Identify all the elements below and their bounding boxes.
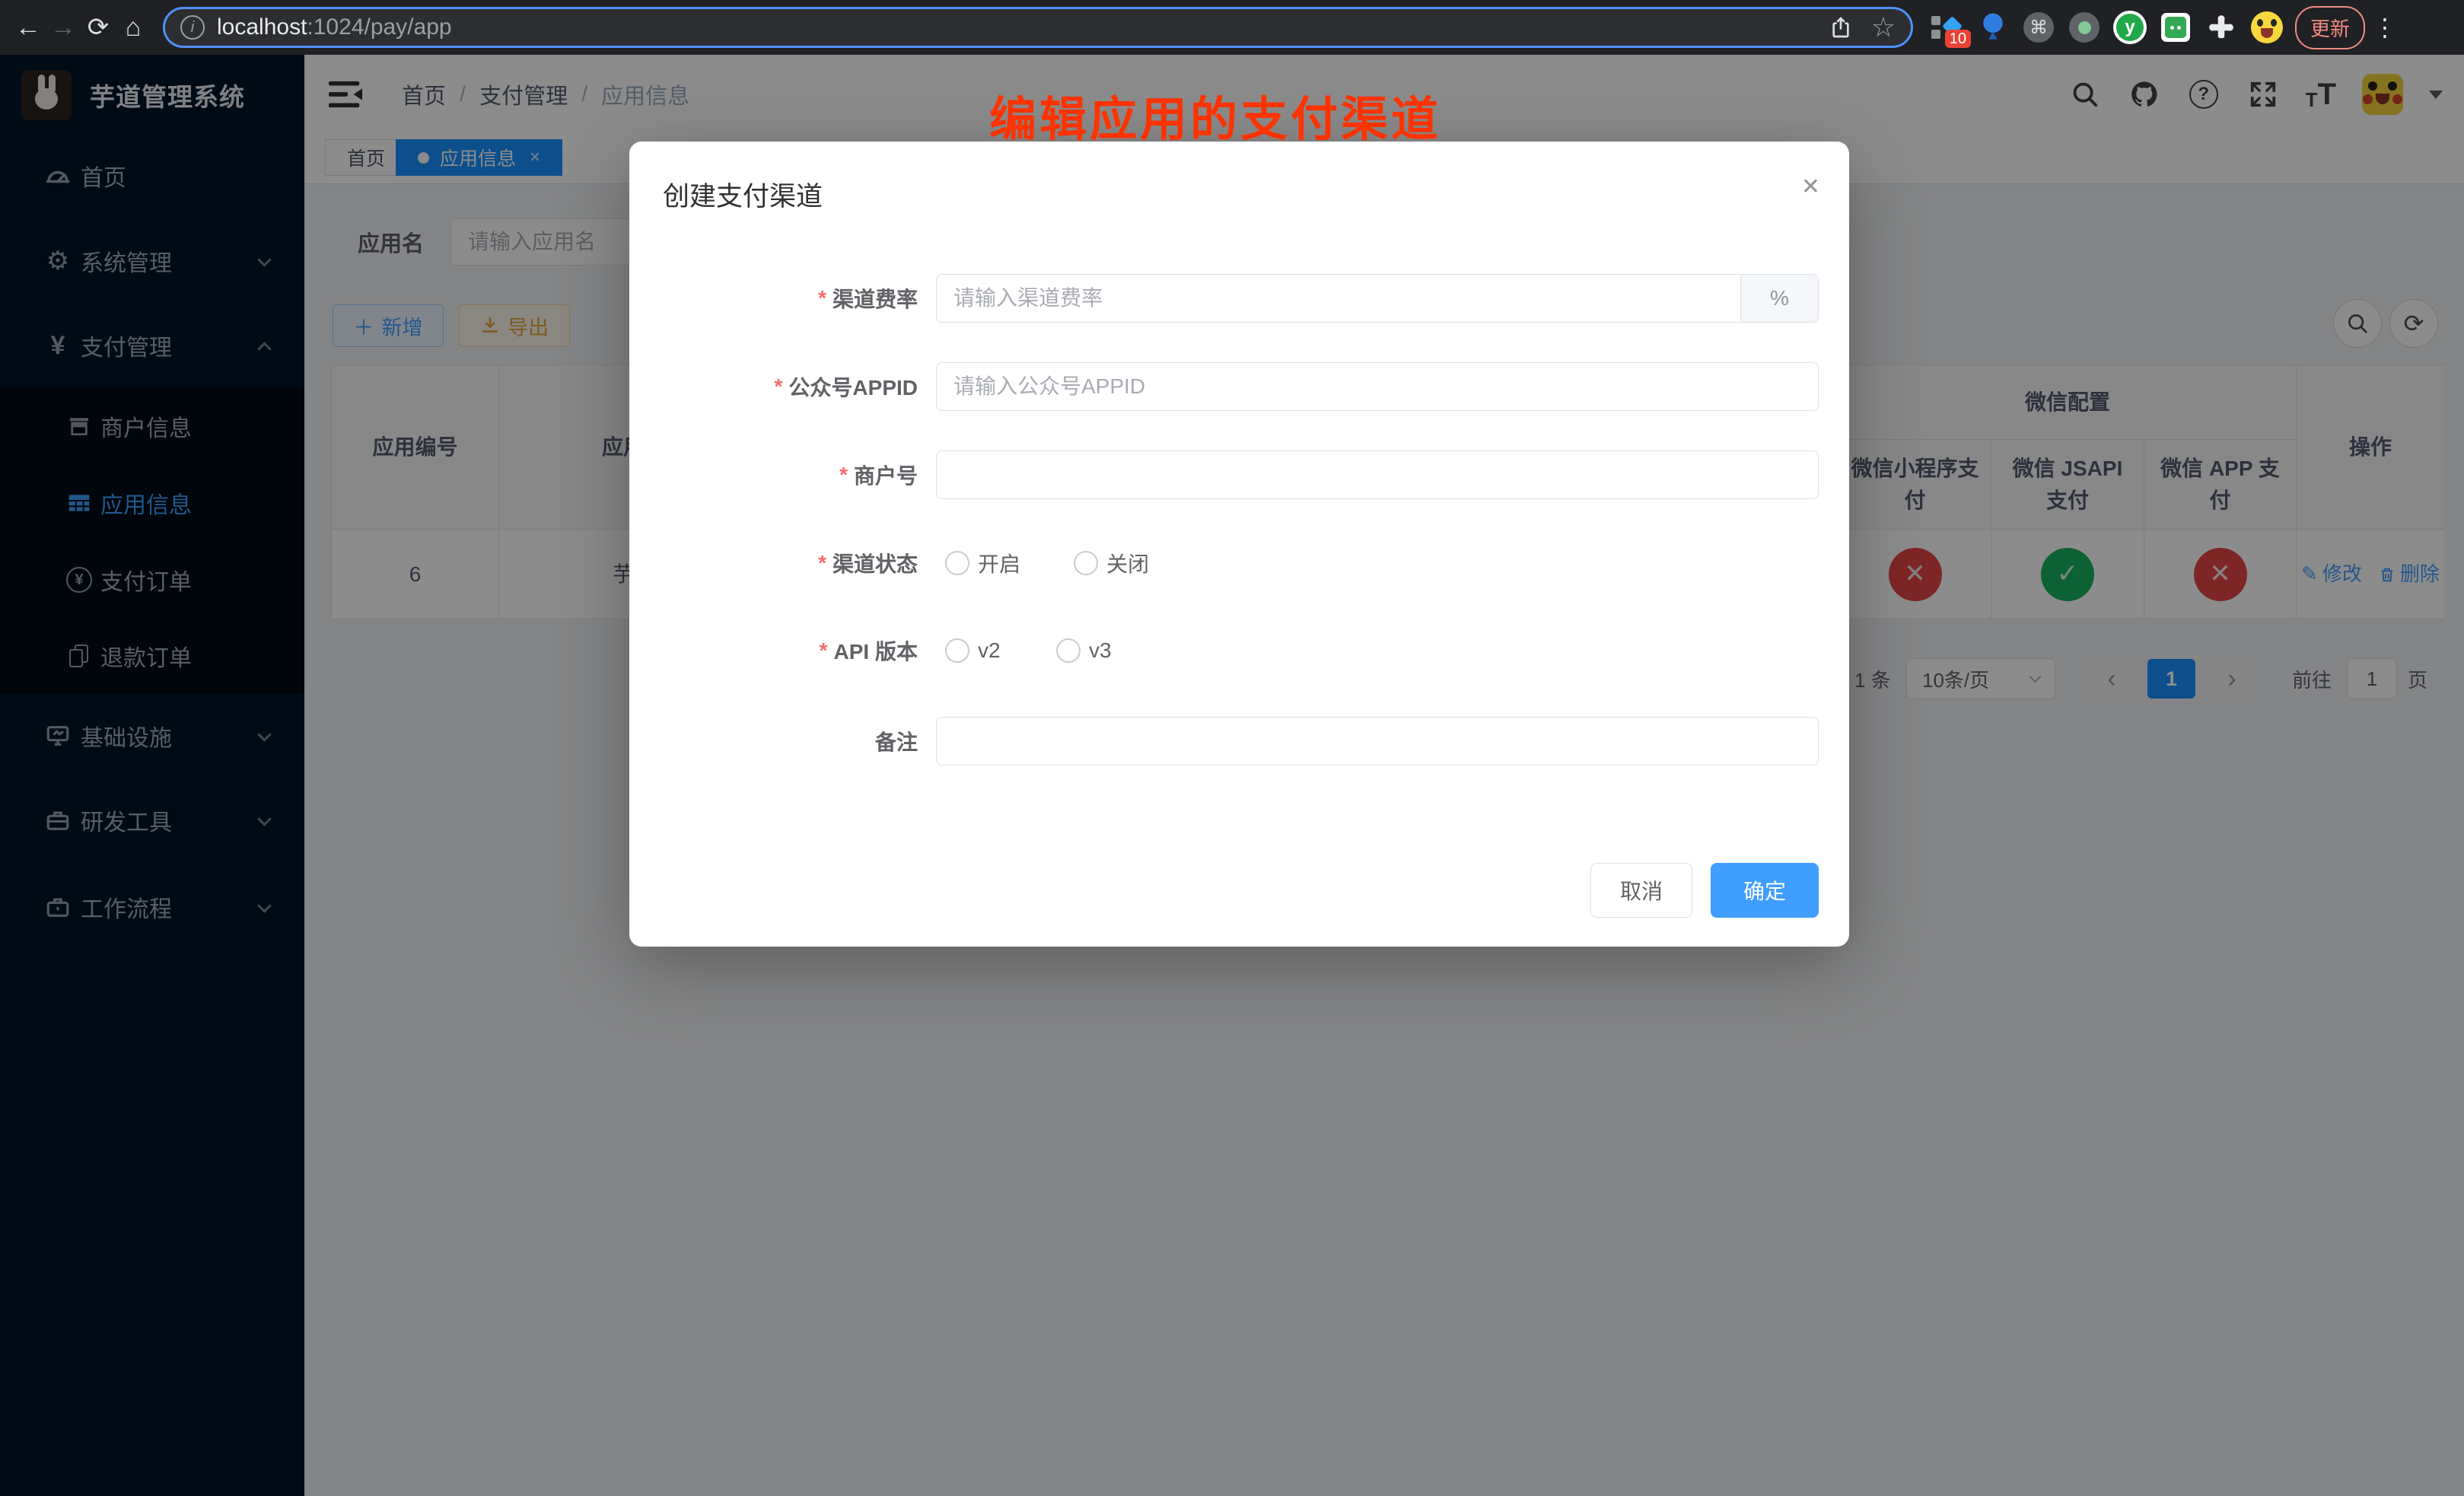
required-asterisk: * — [818, 286, 826, 310]
api-version-label: * API 版本 — [629, 626, 918, 675]
radio-status-off-label[interactable]: 关闭 — [1106, 551, 1149, 575]
radio-status-on[interactable] — [945, 551, 969, 575]
extension-devtool-icon[interactable]: 10 — [1930, 10, 1965, 45]
radio-api-v2-label[interactable]: v2 — [978, 638, 1001, 663]
extension-y-icon[interactable]: y — [2112, 10, 2147, 45]
extension-toolbar: 10 ⌘ y — [1930, 10, 2284, 45]
required-asterisk: * — [820, 638, 828, 663]
browser-update-button[interactable]: 更新 — [2295, 6, 2365, 49]
url-host: localhost — [217, 14, 307, 40]
percent-suffix: % — [1740, 275, 1818, 322]
remark-label: 备注 — [629, 717, 918, 766]
appid-input[interactable] — [936, 362, 1819, 411]
radio-status-on-label[interactable]: 开启 — [978, 551, 1020, 575]
browser-forward-icon[interactable]: → — [46, 10, 81, 45]
merchant-no-input[interactable] — [936, 450, 1819, 499]
dialog-close-icon[interactable]: ✕ — [1801, 173, 1820, 200]
confirm-button[interactable]: 确定 — [1711, 863, 1819, 918]
rate-label: * 渠道费率 — [629, 274, 918, 323]
rate-input-group: % — [936, 274, 1819, 323]
browser-home-icon[interactable]: ⌂ — [116, 10, 151, 45]
annotation-text: 编辑应用的支付渠道 — [989, 81, 1441, 149]
site-info-icon[interactable]: i — [180, 15, 205, 40]
extension-badge: 10 — [1945, 30, 1971, 48]
address-bar[interactable]: i localhost :1024/pay/app ☆ — [163, 7, 1913, 48]
browser-back-icon[interactable]: ← — [11, 10, 46, 45]
extension-cmd-icon[interactable]: ⌘ — [2021, 10, 2056, 45]
required-asterisk: * — [775, 374, 783, 399]
extension-emoji-avatar[interactable] — [2249, 10, 2284, 45]
browser-reload-icon[interactable]: ⟳ — [81, 10, 116, 45]
bookmark-star-icon[interactable]: ☆ — [1871, 11, 1896, 43]
create-pay-channel-dialog: 创建支付渠道 ✕ * 渠道费率 % * 公众号APPID * 商户号 — [629, 142, 1849, 947]
browser-menu-icon[interactable]: ⋮ — [2373, 13, 2397, 42]
extension-balloon-icon[interactable] — [1975, 10, 2010, 45]
extensions-puzzle-icon[interactable] — [2204, 10, 2239, 45]
cancel-button[interactable]: 取消 — [1590, 863, 1692, 918]
merchant-no-label: * 商户号 — [629, 450, 918, 499]
screenshot-root: ← → ⟳ ⌂ i localhost :1024/pay/app ☆ 10 — [0, 0, 2464, 1496]
required-asterisk: * — [839, 463, 848, 487]
radio-api-v2[interactable] — [945, 638, 969, 663]
browser-chrome: ← → ⟳ ⌂ i localhost :1024/pay/app ☆ 10 — [0, 0, 2464, 55]
remark-input[interactable] — [936, 717, 1819, 766]
required-asterisk: * — [818, 551, 826, 575]
radio-api-v3-label[interactable]: v3 — [1089, 638, 1112, 663]
extension-chat-icon[interactable] — [2158, 10, 2193, 45]
extension-recorder-icon[interactable] — [2067, 10, 2102, 45]
rate-input[interactable] — [937, 275, 1740, 322]
radio-status-off[interactable] — [1074, 551, 1098, 575]
app-viewport: 芋道管理系统 首页 ⚙ 系统管理 ¥ 支付管理 — [0, 55, 2464, 1496]
radio-api-v3[interactable] — [1056, 638, 1081, 663]
dialog-title: 创建支付渠道 — [663, 175, 823, 214]
url-path: :1024/pay/app — [307, 14, 451, 40]
share-icon[interactable] — [1824, 11, 1858, 44]
appid-label: * 公众号APPID — [629, 362, 918, 411]
channel-status-label: * 渠道状态 — [629, 539, 918, 587]
